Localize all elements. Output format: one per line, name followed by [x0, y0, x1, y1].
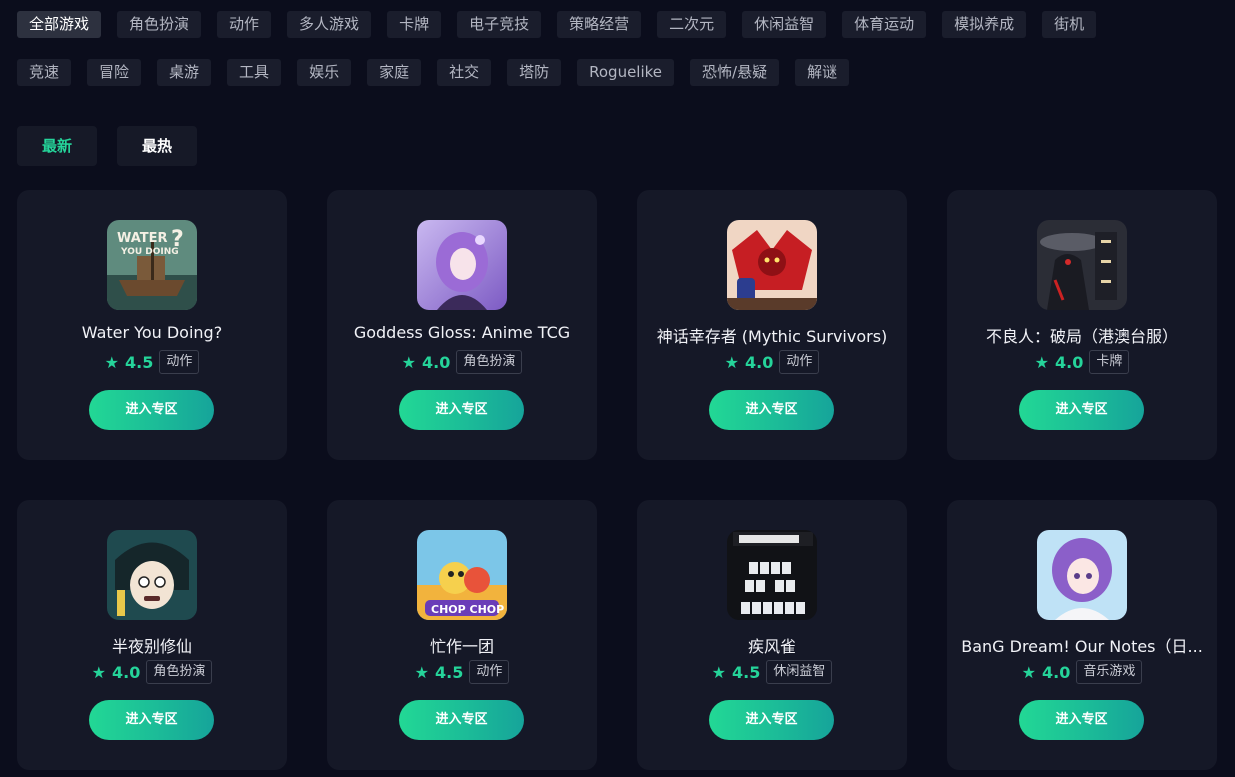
game-list-page: 全部游戏 角色扮演 动作 多人游戏 卡牌 电子竞技 策略经营 二次元 休闲益智 …	[0, 0, 1235, 777]
game-meta: ★ 4.0 音乐游戏	[947, 660, 1217, 684]
category-strategy[interactable]: 策略经营	[557, 11, 642, 38]
enter-zone-button[interactable]: 进入专区	[89, 700, 214, 740]
star-icon: ★	[104, 352, 119, 372]
category-adventure[interactable]: 冒险	[87, 59, 142, 86]
game-rating: 4.0	[1041, 662, 1071, 682]
game-genre-tag: 动作	[469, 660, 510, 684]
category-racing[interactable]: 竞速	[17, 59, 72, 86]
category-card[interactable]: 卡牌	[387, 11, 442, 38]
game-icon[interactable]	[1037, 530, 1127, 620]
category-simulation[interactable]: 模拟养成	[942, 11, 1027, 38]
game-rating: 4.0	[744, 352, 774, 372]
game-card: Goddess Gloss: Anime TCG ★ 4.0 角色扮演 进入专区	[327, 190, 597, 460]
game-meta: ★ 4.5 休闲益智	[637, 660, 907, 684]
sort-tabs: 最新 最热	[17, 126, 197, 166]
game-title[interactable]: 疾风雀	[647, 633, 897, 657]
category-roguelike[interactable]: Roguelike	[577, 59, 675, 86]
game-title[interactable]: Goddess Gloss: Anime TCG	[337, 323, 587, 342]
game-rating: 4.0	[421, 352, 451, 372]
enter-zone-button[interactable]: 进入专区	[1019, 700, 1144, 740]
game-title[interactable]: 忙作一团	[337, 633, 587, 657]
star-icon: ★	[1034, 352, 1049, 372]
star-icon: ★	[1021, 662, 1036, 682]
enter-zone-button[interactable]: 进入专区	[399, 390, 524, 430]
game-rating: 4.5	[434, 662, 464, 682]
category-casual-puzzle[interactable]: 休闲益智	[742, 11, 827, 38]
game-meta: ★ 4.0 角色扮演	[17, 660, 287, 684]
svg-text:YOU DOING: YOU DOING	[120, 247, 179, 257]
game-title[interactable]: 不良人：破局（港澳台服）	[957, 323, 1207, 347]
game-genre-tag: 动作	[159, 350, 200, 374]
game-meta: ★ 4.0 动作	[637, 350, 907, 374]
game-genre-tag: 角色扮演	[146, 660, 213, 684]
star-icon: ★	[401, 352, 416, 372]
category-tower-defense[interactable]: 塔防	[507, 59, 562, 86]
game-card: 不良人：破局（港澳台服） ★ 4.0 卡牌 进入专区	[947, 190, 1217, 460]
game-card: 半夜别修仙 ★ 4.0 角色扮演 进入专区	[17, 500, 287, 770]
game-meta: ★ 4.5 动作	[327, 660, 597, 684]
game-meta: ★ 4.0 角色扮演	[327, 350, 597, 374]
category-board-game[interactable]: 桌游	[157, 59, 212, 86]
enter-zone-button[interactable]: 进入专区	[399, 700, 524, 740]
category-horror[interactable]: 恐怖/悬疑	[690, 59, 780, 86]
game-icon[interactable]	[727, 220, 817, 310]
enter-zone-button[interactable]: 进入专区	[709, 390, 834, 430]
game-card: BanG Dream! Our Notes（日... ★ 4.0 音乐游戏 进入…	[947, 500, 1217, 770]
category-filter-row-1: 全部游戏 角色扮演 动作 多人游戏 卡牌 电子竞技 策略经营 二次元 休闲益智 …	[17, 11, 1097, 38]
game-card: 疾风雀 ★ 4.5 休闲益智 进入专区	[637, 500, 907, 770]
game-meta: ★ 4.0 卡牌	[947, 350, 1217, 374]
category-social[interactable]: 社交	[437, 59, 492, 86]
category-family[interactable]: 家庭	[367, 59, 422, 86]
game-title[interactable]: 半夜别修仙	[27, 633, 277, 657]
game-icon[interactable]: WATER YOU DOING ?	[107, 220, 197, 310]
game-genre-tag: 角色扮演	[456, 350, 523, 374]
category-puzzle[interactable]: 解谜	[795, 59, 850, 86]
svg-text:?: ?	[171, 227, 184, 252]
category-anime[interactable]: 二次元	[657, 11, 727, 38]
category-rpg[interactable]: 角色扮演	[117, 11, 202, 38]
game-rating: 4.0	[1054, 352, 1084, 372]
game-rating: 4.5	[731, 662, 761, 682]
game-meta: ★ 4.5 动作	[17, 350, 287, 374]
category-esports[interactable]: 电子竞技	[457, 11, 542, 38]
star-icon: ★	[91, 662, 106, 682]
enter-zone-button[interactable]: 进入专区	[709, 700, 834, 740]
game-title[interactable]: BanG Dream! Our Notes（日...	[957, 633, 1207, 657]
game-icon[interactable]	[417, 220, 507, 310]
star-icon: ★	[711, 662, 726, 682]
game-card: WATER YOU DOING ? Water You Doing? ★ 4.5…	[17, 190, 287, 460]
category-arcade[interactable]: 街机	[1042, 11, 1097, 38]
svg-text:CHOP CHOP: CHOP CHOP	[431, 603, 504, 616]
category-action[interactable]: 动作	[217, 11, 272, 38]
category-entertainment[interactable]: 娱乐	[297, 59, 352, 86]
category-all-games[interactable]: 全部游戏	[17, 11, 102, 38]
game-rating: 4.0	[111, 662, 141, 682]
sort-tab-hottest[interactable]: 最热	[117, 126, 197, 166]
game-title[interactable]: Water You Doing?	[27, 323, 277, 342]
svg-text:WATER: WATER	[117, 231, 168, 246]
game-genre-tag: 卡牌	[1089, 350, 1130, 374]
enter-zone-button[interactable]: 进入专区	[1019, 390, 1144, 430]
sort-tab-newest[interactable]: 最新	[17, 126, 97, 166]
star-icon: ★	[724, 352, 739, 372]
game-icon[interactable]	[727, 530, 817, 620]
game-card: 神话幸存者 (Mythic Survivors) ★ 4.0 动作 进入专区	[637, 190, 907, 460]
enter-zone-button[interactable]: 进入专区	[89, 390, 214, 430]
game-genre-tag: 动作	[779, 350, 820, 374]
game-rating: 4.5	[124, 352, 154, 372]
category-sports[interactable]: 体育运动	[842, 11, 927, 38]
category-tools[interactable]: 工具	[227, 59, 282, 86]
game-icon[interactable]	[1037, 220, 1127, 310]
game-genre-tag: 休闲益智	[766, 660, 833, 684]
game-icon[interactable]: CHOP CHOP	[417, 530, 507, 620]
category-multiplayer[interactable]: 多人游戏	[287, 11, 372, 38]
star-icon: ★	[414, 662, 429, 682]
game-genre-tag: 音乐游戏	[1076, 660, 1143, 684]
game-icon[interactable]	[107, 530, 197, 620]
game-title[interactable]: 神话幸存者 (Mythic Survivors)	[647, 323, 897, 347]
category-filter-row-2: 竞速 冒险 桌游 工具 娱乐 家庭 社交 塔防 Roguelike 恐怖/悬疑 …	[17, 59, 850, 86]
game-card: CHOP CHOP 忙作一团 ★ 4.5 动作 进入专区	[327, 500, 597, 770]
